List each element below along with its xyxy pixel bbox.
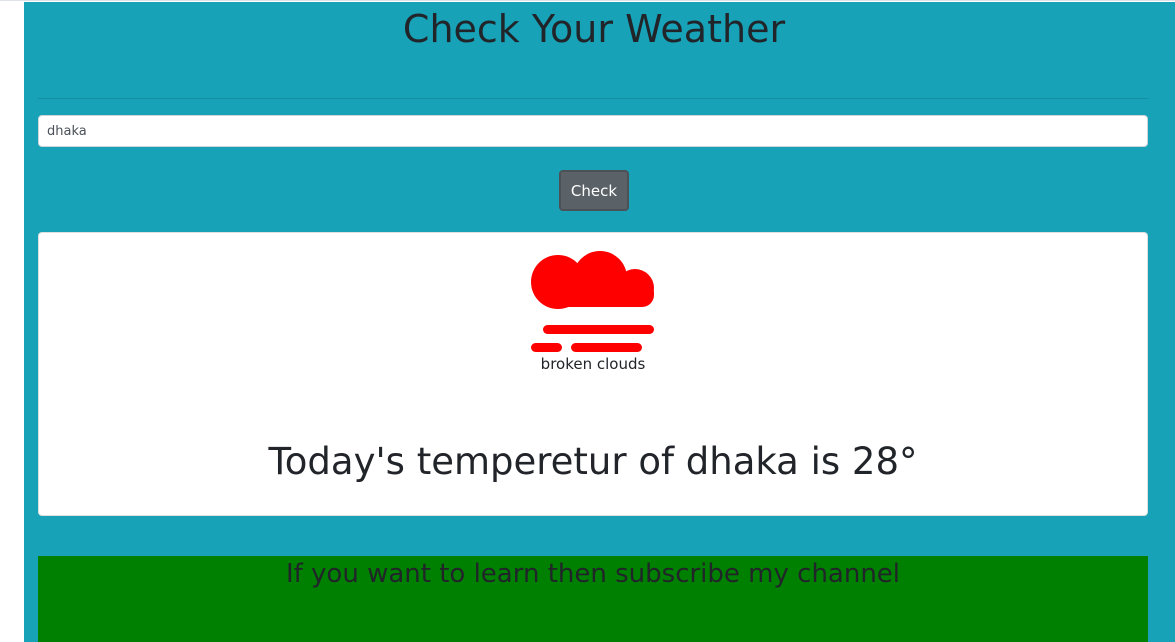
check-button[interactable]: Check (559, 170, 629, 211)
weather-card: broken clouds Today's temperetur of dhak… (38, 232, 1148, 516)
page-title: Check Your Weather (402, 7, 786, 51)
mist-cloud-icon (531, 251, 654, 352)
city-search-input[interactable] (38, 115, 1148, 147)
weather-app-panel: Check Your Weather Check broken clouds T… (24, 2, 1175, 642)
subscribe-banner: If you want to learn then subscribe my c… (38, 556, 1148, 642)
weather-description: broken clouds (540, 355, 646, 373)
header-divider (38, 98, 1148, 99)
subscribe-text: If you want to learn then subscribe my c… (285, 559, 901, 589)
temperature-heading: Today's temperetur of dhaka is 28° (268, 440, 918, 483)
